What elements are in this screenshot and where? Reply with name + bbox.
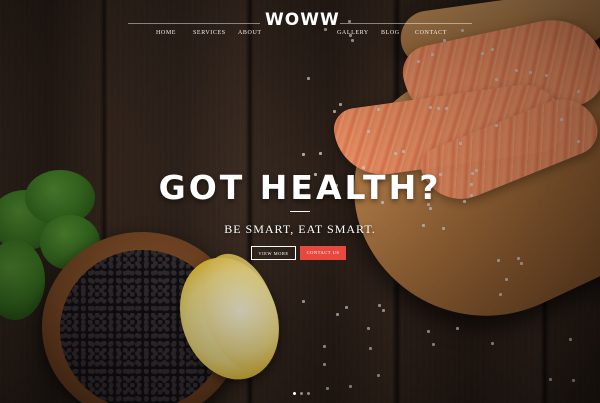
contact-us-button[interactable]: CONTACT US — [300, 246, 346, 260]
slider-dot[interactable] — [293, 392, 296, 395]
nav-item-home[interactable]: HOME — [156, 30, 176, 36]
slider-dot[interactable] — [307, 392, 310, 395]
site-logo[interactable]: WOWW — [265, 10, 339, 30]
slider-dot[interactable] — [300, 392, 303, 395]
slider-pagination — [293, 392, 310, 395]
headline-divider — [290, 211, 310, 212]
view-more-button[interactable]: VIEW MORE — [251, 246, 296, 260]
nav-item-blog[interactable]: BLOG — [381, 30, 400, 36]
nav-rule-right — [340, 23, 472, 24]
nav-item-contact[interactable]: CONTACT — [415, 30, 447, 36]
hero-tagline: BE SMART, EAT SMART. — [224, 222, 376, 236]
hero-section: WOWW HOME SERVICES ABOUT GALLERY BLOG CO… — [0, 0, 600, 403]
nav-rule-left — [128, 23, 260, 24]
nav-item-about[interactable]: ABOUT — [238, 30, 262, 36]
top-navigation: WOWW HOME SERVICES ABOUT GALLERY BLOG CO… — [0, 0, 600, 50]
hero-headline: GOT HEALTH? — [158, 168, 442, 207]
nav-item-services[interactable]: SERVICES — [193, 30, 226, 36]
nav-item-gallery[interactable]: GALLERY — [337, 30, 369, 36]
